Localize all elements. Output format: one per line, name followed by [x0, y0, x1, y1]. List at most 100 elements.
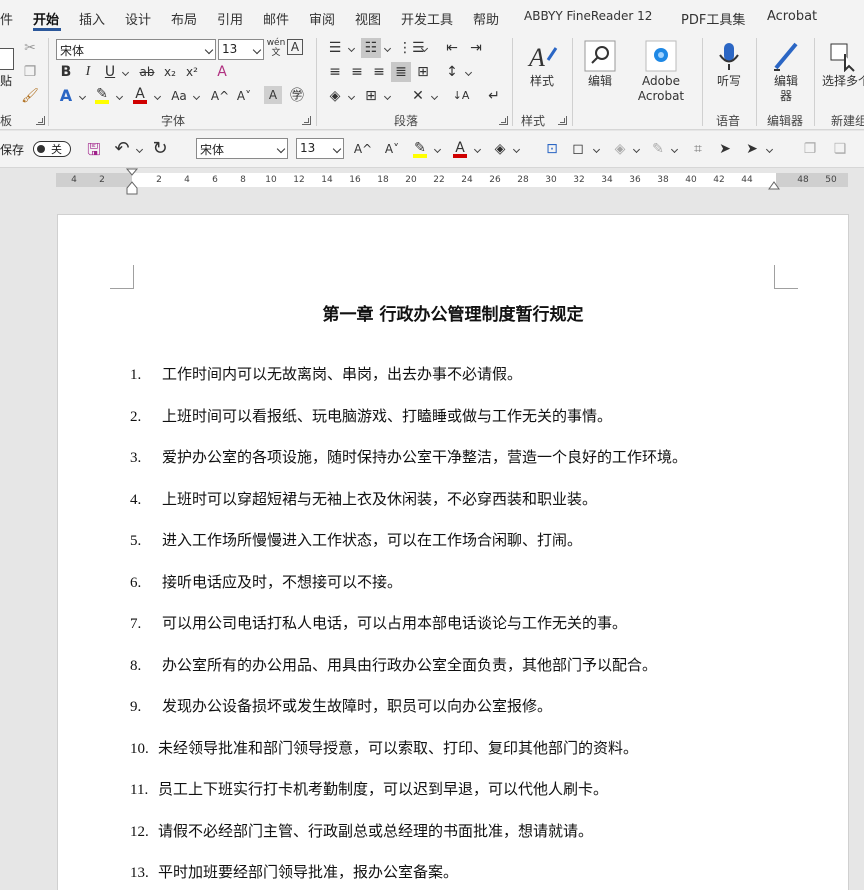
tab-help[interactable]: 帮助: [473, 9, 499, 28]
chevron-down-icon[interactable]: [765, 145, 774, 154]
multilevel-list-icon[interactable]: ⋮☰: [398, 38, 425, 58]
list-item[interactable]: 12. 请假不必经部门主管、行政副总或总经理的书面批准，想请就请。: [130, 820, 593, 841]
font-launcher-icon[interactable]: [302, 116, 311, 125]
paragraph-launcher-icon[interactable]: [499, 116, 508, 125]
chevron-down-icon[interactable]: [632, 145, 641, 154]
bring-forward-icon[interactable]: ❐: [800, 139, 820, 159]
highlight-icon[interactable]: ✎: [92, 84, 112, 104]
qat-font-name-combo[interactable]: 宋体: [196, 138, 288, 159]
shrink-font-icon[interactable]: A˅: [382, 139, 402, 159]
select-objects-button[interactable]: 选择多个对象: [822, 40, 864, 89]
tab-abbyy[interactable]: ABBYY FineReader 12: [524, 9, 652, 23]
list-item[interactable]: 6. 接听电话应及时，不想接可以不接。: [130, 571, 402, 592]
tab-pdf-tools[interactable]: PDF工具集: [681, 9, 745, 28]
chinese-layout-icon[interactable]: ✕: [408, 86, 428, 106]
shapes-icon[interactable]: ◻: [568, 139, 588, 159]
list-item[interactable]: 13. 平时加班要经部门领导批准，报办公室备案。: [130, 861, 458, 882]
list-item[interactable]: 8. 办公室所有的办公用品、用具由行政办公室全面负责，其他部门予以配合。: [130, 654, 657, 675]
tab-insert[interactable]: 插入: [79, 9, 105, 28]
shape-fill-icon[interactable]: ◈: [610, 139, 630, 159]
font-color-icon[interactable]: A: [450, 138, 470, 158]
chevron-down-icon[interactable]: [347, 92, 356, 101]
chevron-down-icon[interactable]: [383, 44, 392, 53]
cut-icon[interactable]: ✂: [20, 38, 40, 58]
autosave-toggle[interactable]: 关: [33, 141, 71, 157]
tab-file[interactable]: 件: [0, 9, 13, 28]
list-item[interactable]: 11. 员工上下班实行打卡机考勤制度，可以迟到早退，可以代他人刷卡。: [130, 778, 608, 799]
italic-button[interactable]: I: [78, 62, 98, 82]
paste-button[interactable]: [0, 48, 14, 70]
tab-view[interactable]: 视图: [355, 9, 381, 28]
chevron-down-icon[interactable]: [670, 145, 679, 154]
text-effects-icon[interactable]: A: [56, 86, 76, 106]
align-left-icon[interactable]: ≡: [325, 62, 345, 82]
indent-marker-icon[interactable]: [125, 168, 139, 196]
strikethrough-button[interactable]: ab: [137, 62, 157, 82]
character-border-icon[interactable]: A: [287, 39, 303, 55]
chevron-down-icon[interactable]: [473, 145, 482, 154]
decrease-indent-icon[interactable]: ⇤: [442, 38, 462, 58]
chevron-down-icon[interactable]: [592, 145, 601, 154]
tab-mailings[interactable]: 邮件: [263, 9, 289, 28]
chevron-down-icon[interactable]: [115, 92, 124, 101]
adobe-acrobat-button[interactable]: Adobe Acrobat: [630, 40, 692, 104]
increase-indent-icon[interactable]: ⇥: [466, 38, 486, 58]
list-item[interactable]: 5. 进入工作场所慢慢进入工作状态，可以在工作场合闲聊、打闹。: [130, 529, 582, 550]
chevron-down-icon[interactable]: [430, 92, 439, 101]
list-item[interactable]: 1. 工作时间内可以无故离岗、串岗，出去办事不必请假。: [130, 363, 522, 384]
copy-icon[interactable]: ❐: [20, 62, 40, 82]
chevron-down-icon[interactable]: [192, 92, 201, 101]
align-right-icon[interactable]: ≡: [369, 62, 389, 82]
chevron-down-icon[interactable]: [433, 145, 442, 154]
list-item[interactable]: 9. 发现办公设备损坏或发生故障时，职员可以向办公室报修。: [130, 695, 552, 716]
undo-icon[interactable]: ↶: [112, 139, 132, 159]
superscript-button[interactable]: x²: [182, 62, 202, 82]
document-page[interactable]: 第一章 行政办公管理制度暂行规定 1. 工作时间内可以无故离岗、串岗，出去办事不必…: [57, 214, 849, 890]
numbering-icon[interactable]: ☷: [361, 38, 381, 58]
crop-icon[interactable]: ⌗: [688, 139, 708, 159]
enclose-characters-icon[interactable]: ㊫: [287, 86, 307, 106]
bold-button[interactable]: B: [56, 62, 76, 82]
list-item[interactable]: 4. 上班时可以穿超短裙与无袖上衣及休闲装，不必穿西装和职业装。: [130, 488, 597, 509]
justify-icon[interactable]: ≣: [391, 62, 411, 82]
chevron-down-icon[interactable]: [121, 68, 130, 77]
show-marks-icon[interactable]: ↵: [484, 86, 504, 106]
list-item[interactable]: 2. 上班时间可以看报纸、玩电脑游戏、打瞌睡或做与工作无关的事情。: [130, 405, 612, 426]
character-shading-icon[interactable]: A: [264, 86, 282, 104]
tab-review[interactable]: 审阅: [309, 9, 335, 28]
horizontal-ruler[interactable]: 4 2 2 4 6 8 10 12 14 16 18 20 22 24 26 28 30 32 34 36 38 40 42…: [0, 168, 864, 195]
shading-icon[interactable]: ◈: [325, 86, 345, 106]
dictate-button[interactable]: 听写: [710, 40, 748, 89]
select-pointer-icon[interactable]: ➤: [715, 139, 735, 159]
tab-home[interactable]: 开始: [33, 9, 59, 28]
styles-launcher-icon[interactable]: [558, 116, 567, 125]
qat-font-size-combo[interactable]: 13: [296, 138, 344, 159]
list-item[interactable]: 10. 未经领导批准和部门领导授意，可以索取、打印、复印其他部门的资料。: [130, 737, 638, 758]
change-case-button[interactable]: Aa: [167, 86, 191, 106]
borders-icon[interactable]: ⊞: [361, 86, 381, 106]
chevron-down-icon[interactable]: [135, 145, 144, 154]
text-box-icon[interactable]: ⊡: [542, 139, 562, 159]
bullets-icon[interactable]: ☰: [325, 38, 345, 58]
right-indent-marker-icon[interactable]: [767, 180, 781, 190]
chevron-down-icon[interactable]: [347, 44, 356, 53]
line-spacing-icon[interactable]: ↕: [442, 62, 462, 82]
editing-button[interactable]: 编辑: [580, 40, 620, 89]
send-backward-icon[interactable]: ❏: [830, 139, 850, 159]
grow-font-button[interactable]: A^: [210, 86, 230, 106]
save-icon[interactable]: 🖫: [84, 140, 104, 160]
subscript-button[interactable]: x₂: [160, 62, 180, 82]
font-name-combo[interactable]: 宋体: [56, 39, 216, 60]
shape-outline-icon[interactable]: ✎: [648, 139, 668, 159]
chevron-down-icon[interactable]: [78, 92, 87, 101]
phonetic-guide-icon[interactable]: wén 文: [266, 38, 286, 58]
redo-icon[interactable]: ↻: [150, 139, 170, 159]
tab-layout[interactable]: 布局: [171, 9, 197, 28]
distributed-icon[interactable]: ⊞: [413, 62, 433, 82]
select-pointer-menu-icon[interactable]: ➤: [742, 139, 762, 159]
chevron-down-icon[interactable]: [464, 68, 473, 77]
chevron-down-icon[interactable]: [153, 92, 162, 101]
highlight-icon[interactable]: ✎: [410, 138, 430, 158]
sort-icon[interactable]: ↓A: [451, 86, 471, 106]
clipboard-launcher-icon[interactable]: [36, 116, 45, 125]
